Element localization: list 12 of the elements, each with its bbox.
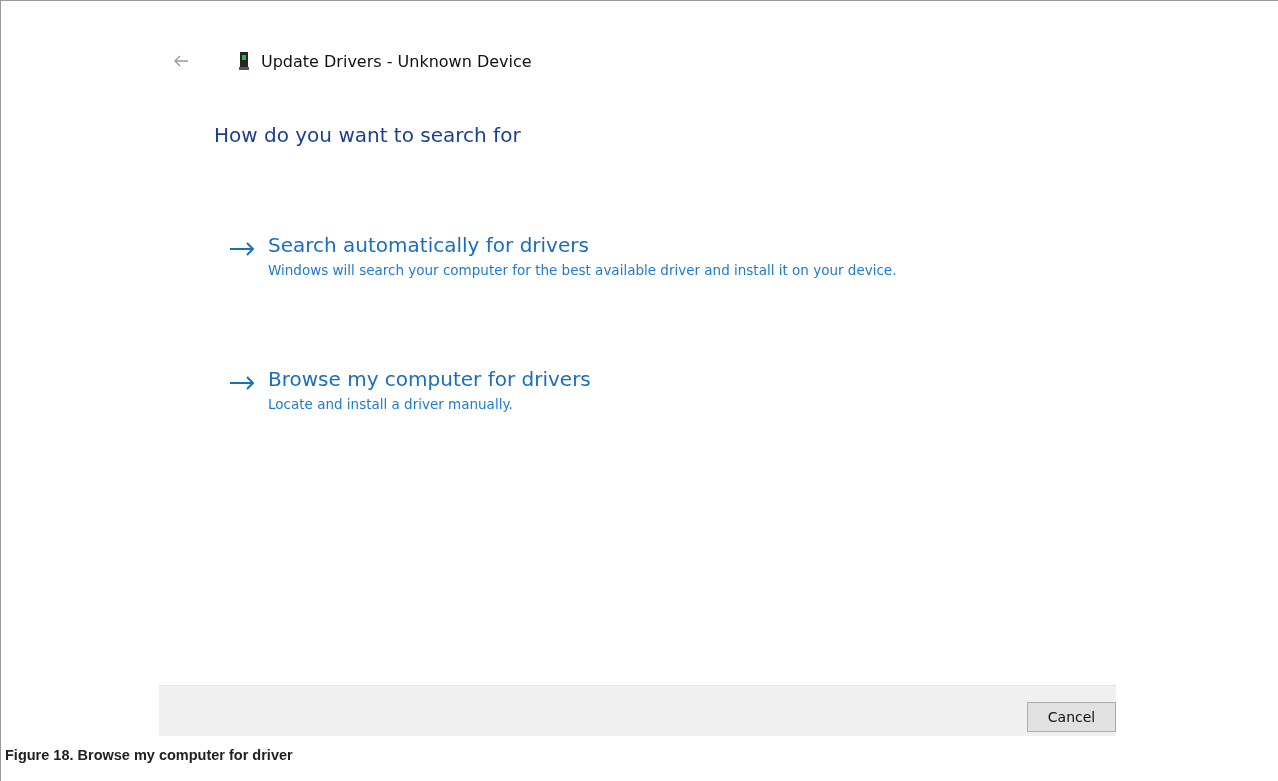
option-description: Windows will search your computer for the best available driver and install it on your device. xyxy=(268,261,897,280)
window-title: Update Drivers - Unknown Device xyxy=(261,51,532,71)
figure-caption: Figure 18. Browse my computer for driver xyxy=(0,737,1278,781)
device-icon xyxy=(239,52,249,70)
back-arrow-icon[interactable] xyxy=(173,55,189,67)
option-description: Locate and install a driver manually. xyxy=(268,395,514,414)
arrow-icon xyxy=(229,376,255,390)
option-link[interactable]: Browse my computer for drivers xyxy=(268,367,591,391)
arrow-icon xyxy=(229,242,255,256)
cancel-button[interactable]: Cancel xyxy=(1027,701,1116,732)
option-link[interactable]: Search automatically for drivers xyxy=(268,233,589,257)
page-heading: How do you want to search for xyxy=(214,123,522,147)
